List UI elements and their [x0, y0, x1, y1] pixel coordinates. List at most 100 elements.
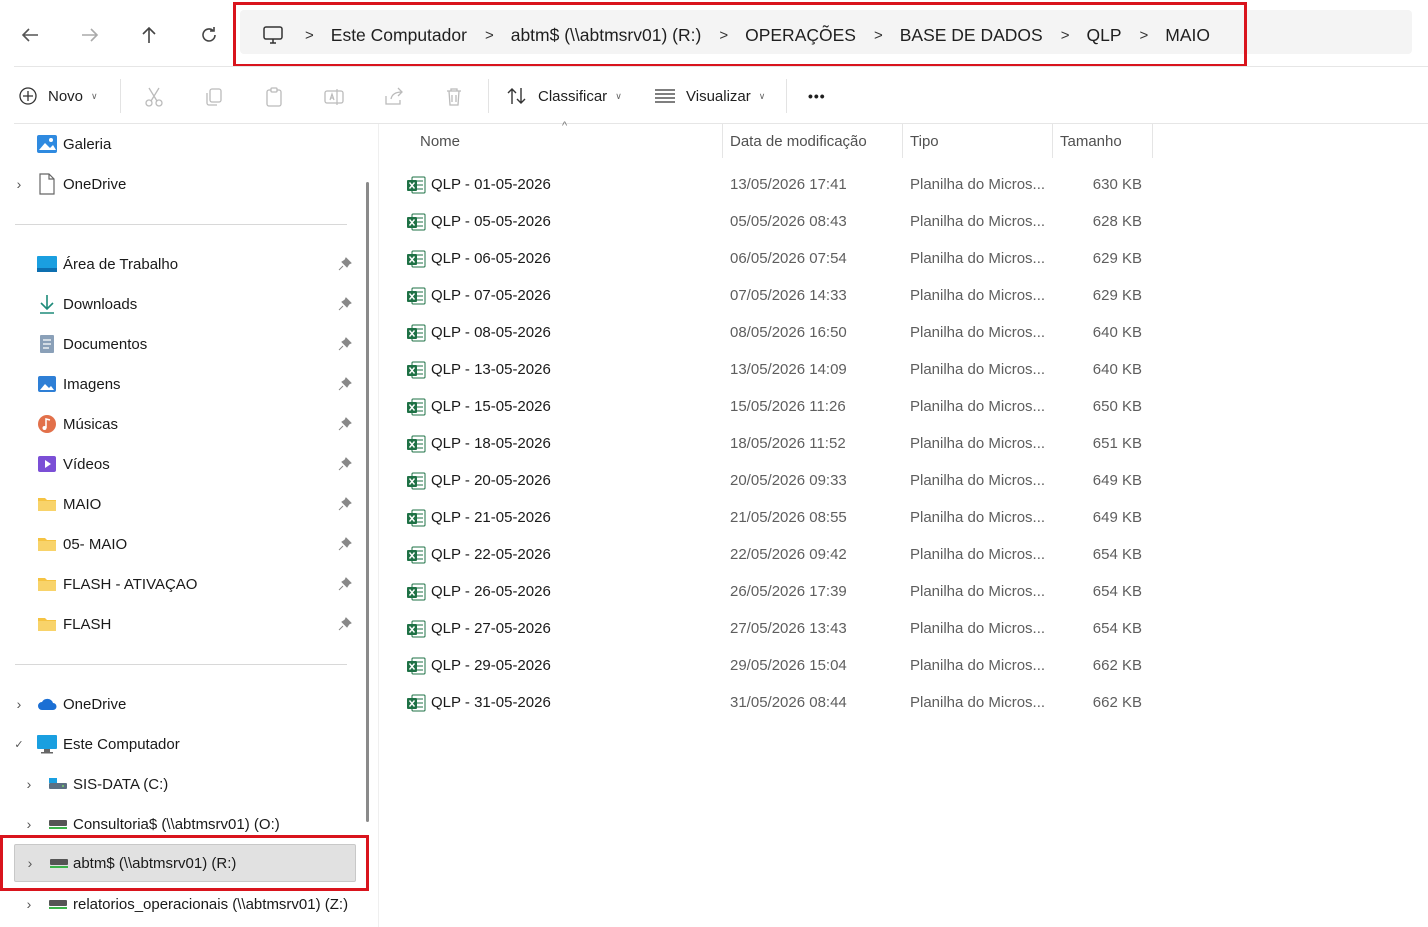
file-row[interactable]: QLP - 20-05-2026 20/05/2026 09:33 Planilha…: [402, 462, 1162, 499]
sidebar-item-folder-05-maio[interactable]: 05- MAIO: [14, 525, 356, 563]
file-name: QLP - 26-05-2026: [431, 583, 551, 600]
column-divider[interactable]: [902, 124, 903, 158]
sidebar-item-label: Galeria: [63, 135, 112, 153]
rename-icon: [324, 89, 344, 105]
pin-icon[interactable]: [338, 337, 352, 351]
file-row[interactable]: QLP - 21-05-2026 21/05/2026 08:55 Planilha…: [402, 499, 1162, 536]
file-type: Planilha do Micros...: [910, 324, 1046, 341]
file-type: Planilha do Micros...: [910, 250, 1046, 267]
file-type: Planilha do Micros...: [910, 657, 1046, 674]
chevron-right-icon[interactable]: ›: [22, 816, 36, 832]
file-row[interactable]: QLP - 13-05-2026 13/05/2026 14:09 Planilha…: [402, 351, 1162, 388]
file-row[interactable]: QLP - 29-05-2026 29/05/2026 15:04 Planilha…: [402, 647, 1162, 684]
sidebar-item-label: Músicas: [63, 415, 119, 433]
refresh-button[interactable]: [194, 20, 224, 50]
more-options-button[interactable]: •••: [808, 67, 826, 125]
delete-button[interactable]: [442, 85, 466, 109]
folder-icon: [36, 493, 58, 515]
sidebar-item-downloads[interactable]: Downloads: [14, 285, 356, 323]
up-button[interactable]: [134, 20, 164, 50]
sidebar-item-pictures[interactable]: Imagens: [14, 365, 356, 403]
checkmark-icon[interactable]: ✓: [12, 738, 26, 751]
forward-button[interactable]: [75, 20, 105, 50]
pin-icon[interactable]: [338, 297, 352, 311]
sidebar-item-documents[interactable]: Documentos: [14, 325, 356, 363]
network-drive-icon: [47, 813, 69, 835]
file-row[interactable]: QLP - 06-05-2026 06/05/2026 07:54 Planilha…: [402, 240, 1162, 277]
sidebar-item-label: Downloads: [63, 295, 138, 313]
pin-icon[interactable]: [338, 377, 352, 391]
file-row[interactable]: QLP - 07-05-2026 07/05/2026 14:33 Planilha…: [402, 277, 1162, 314]
file-date-modified: 08/05/2026 16:50: [730, 324, 847, 341]
column-header-label: Nome: [420, 132, 461, 150]
column-header-size[interactable]: Tamanho: [1060, 124, 1150, 158]
file-row[interactable]: QLP - 18-05-2026 18/05/2026 11:52 Planilha…: [402, 425, 1162, 462]
pin-icon[interactable]: [338, 257, 352, 271]
sidebar-item-este-computador[interactable]: ✓ Este Computador: [14, 725, 356, 763]
file-name: QLP - 07-05-2026: [431, 287, 551, 304]
file-row[interactable]: QLP - 31-05-2026 31/05/2026 08:44 Planilha…: [402, 684, 1162, 721]
chevron-right-icon[interactable]: ›: [22, 896, 36, 912]
file-type: Planilha do Micros...: [910, 620, 1046, 637]
sidebar-scrollbar[interactable]: [366, 182, 369, 822]
file-row[interactable]: QLP - 27-05-2026 27/05/2026 13:43 Planilha…: [402, 610, 1162, 647]
sidebar-item-label: Imagens: [63, 375, 121, 393]
view-button[interactable]: Visualizar ∨: [654, 67, 765, 125]
file-type: Planilha do Micros...: [910, 361, 1046, 378]
file-name: QLP - 06-05-2026: [431, 250, 551, 267]
column-header-type[interactable]: Tipo: [910, 124, 1050, 158]
sidebar-item-label: FLASH: [63, 615, 112, 633]
sidebar-item-music[interactable]: Músicas: [14, 405, 356, 443]
file-size: 628 KB: [1092, 213, 1142, 230]
pin-icon[interactable]: [338, 537, 352, 551]
file-row[interactable]: QLP - 26-05-2026 26/05/2026 17:39 Planilha…: [402, 573, 1162, 610]
file-row[interactable]: QLP - 05-05-2026 05/05/2026 08:43 Planilha…: [402, 203, 1162, 240]
file-row[interactable]: QLP - 22-05-2026 22/05/2026 09:42 Planilha…: [402, 536, 1162, 573]
file-date-modified: 29/05/2026 15:04: [730, 657, 847, 674]
file-type: Planilha do Micros...: [910, 583, 1046, 600]
paste-button[interactable]: [262, 85, 286, 109]
sidebar-item-label: FLASH - ATIVAÇAO: [63, 575, 198, 593]
pin-icon[interactable]: [338, 497, 352, 511]
sidebar-item-label: Vídeos: [63, 455, 110, 473]
sidebar-item-label: MAIO: [63, 495, 102, 513]
rename-button[interactable]: [322, 85, 346, 109]
copy-button[interactable]: [202, 85, 226, 109]
pin-icon[interactable]: [338, 617, 352, 631]
sort-button[interactable]: Classificar ∨: [506, 67, 622, 125]
share-icon: [385, 87, 403, 105]
chevron-right-icon[interactable]: ›: [22, 776, 36, 792]
file-row[interactable]: QLP - 01-05-2026 13/05/2026 17:41 Planilha…: [402, 166, 1162, 203]
file-row[interactable]: QLP - 08-05-2026 08/05/2026 16:50 Planilha…: [402, 314, 1162, 351]
sidebar-item-onedrive-personal[interactable]: › OneDrive: [14, 165, 356, 203]
new-button[interactable]: Novo ∨: [18, 67, 98, 125]
column-divider[interactable]: [1152, 124, 1153, 158]
sidebar-item-folder-maio[interactable]: MAIO: [14, 485, 356, 523]
sidebar-item-gallery[interactable]: Galeria: [14, 125, 356, 163]
refresh-icon: [202, 27, 216, 42]
share-button[interactable]: [382, 85, 406, 109]
pin-icon[interactable]: [338, 577, 352, 591]
sidebar-item-videos[interactable]: Vídeos: [14, 445, 356, 483]
column-divider[interactable]: [722, 124, 723, 158]
file-list: ^ Nome Data de modificação Tipo Tamanho …: [380, 120, 1428, 927]
file-row[interactable]: QLP - 15-05-2026 15/05/2026 11:26 Planilha…: [402, 388, 1162, 425]
back-button[interactable]: [15, 20, 45, 50]
chevron-right-icon[interactable]: ›: [12, 696, 26, 712]
pane-splitter[interactable]: [378, 124, 379, 927]
pin-icon[interactable]: [338, 457, 352, 471]
pin-icon[interactable]: [338, 417, 352, 431]
excel-file-icon: [406, 509, 426, 527]
trash-icon: [447, 88, 461, 106]
column-divider[interactable]: [1052, 124, 1053, 158]
sidebar-item-drive-c[interactable]: › SIS-DATA (C:): [14, 765, 356, 803]
sidebar-item-folder-flash[interactable]: FLASH: [14, 605, 356, 643]
sidebar-item-folder-flash-ativacao[interactable]: FLASH - ATIVAÇAO: [14, 565, 356, 603]
cut-button[interactable]: [142, 85, 166, 109]
sidebar-item-onedrive[interactable]: › OneDrive: [14, 685, 356, 723]
chevron-right-icon[interactable]: ›: [12, 176, 26, 192]
column-header-date[interactable]: Data de modificação: [730, 124, 900, 158]
column-header-name[interactable]: Nome: [420, 124, 720, 158]
excel-file-icon: [406, 324, 426, 342]
sidebar-item-desktop[interactable]: Área de Trabalho: [14, 245, 356, 283]
